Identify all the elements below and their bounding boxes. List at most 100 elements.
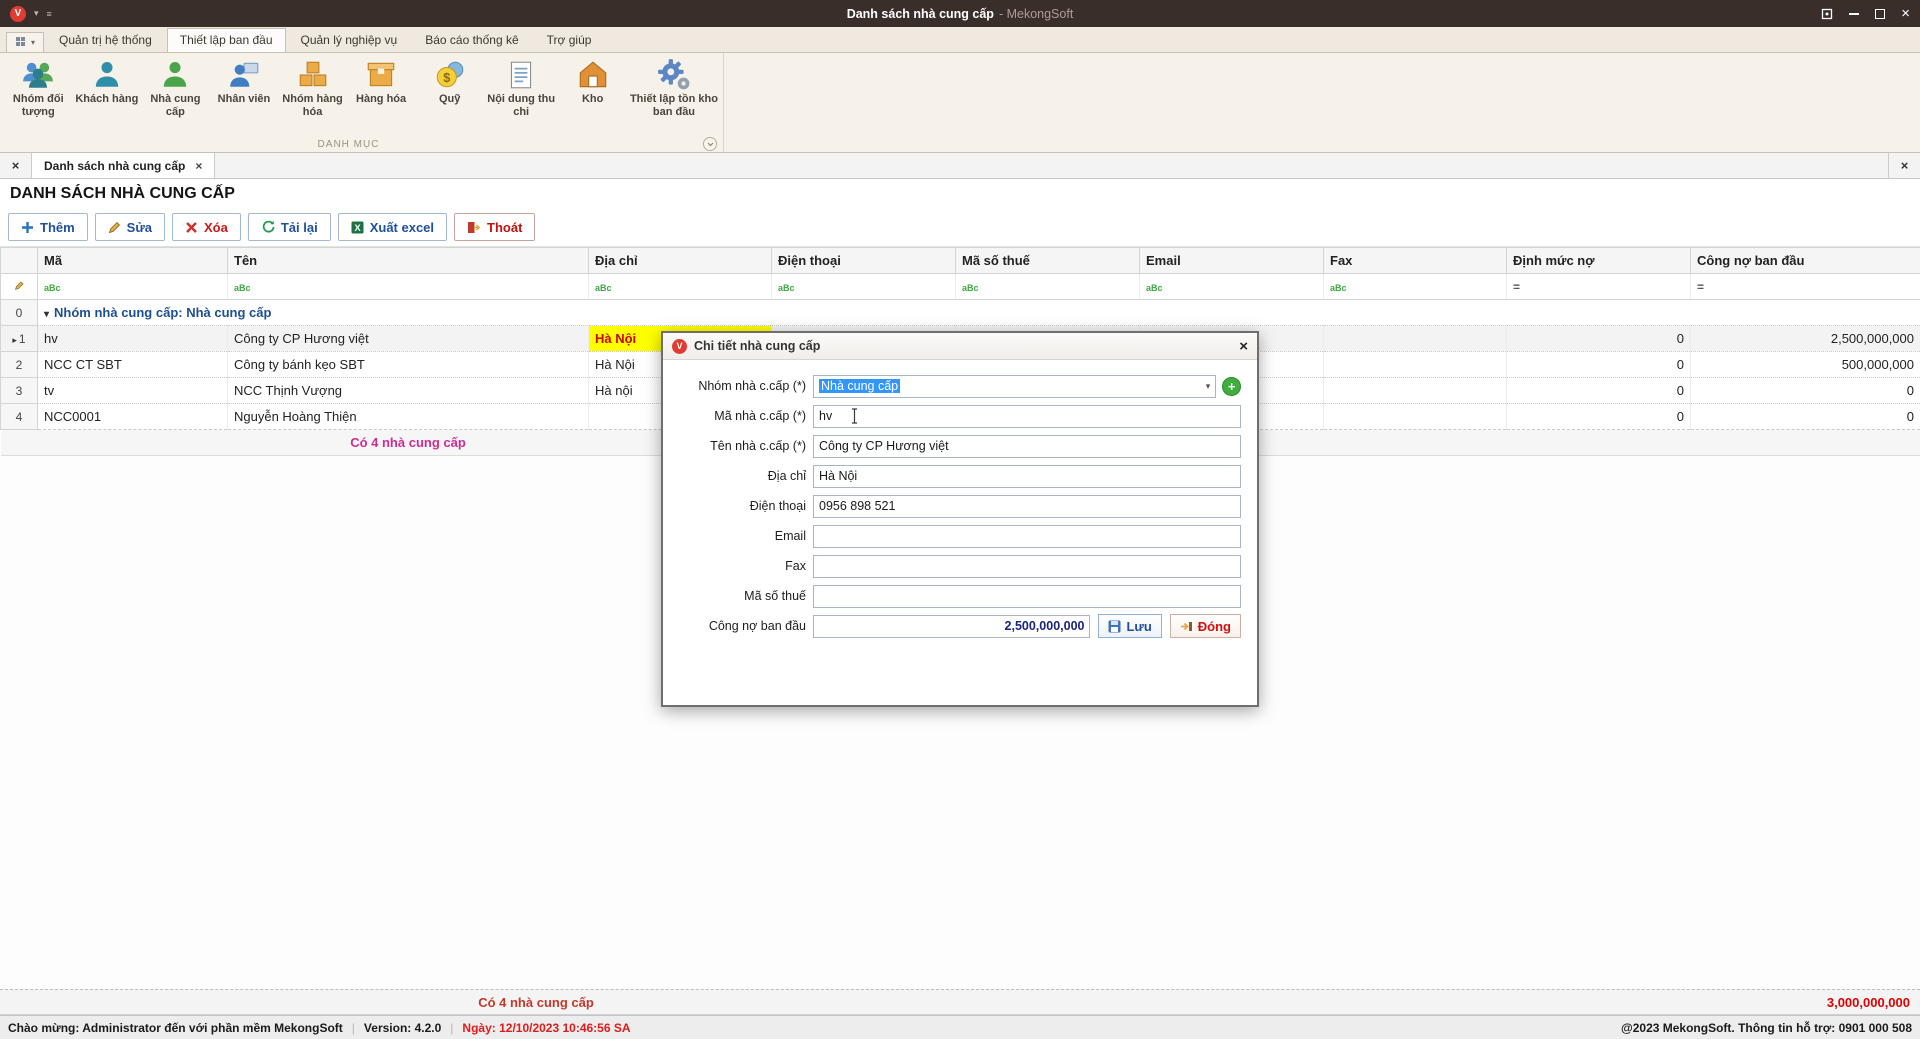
column-header-dien-thoai[interactable]: Điện thoại [772, 248, 956, 274]
export-excel-button[interactable]: X Xuất excel [338, 213, 447, 241]
reload-button[interactable]: Tải lại [248, 213, 331, 241]
cell-ten[interactable]: Công ty bánh kẹo SBT [228, 352, 589, 378]
grid-filter-row: aBc aBc aBc aBc aBc aBc aBc = = [1, 274, 1920, 300]
dialog-titlebar[interactable]: V Chi tiết nhà cung cấp × [663, 333, 1257, 360]
ribbon-item-thiet-lap-ton-kho[interactable]: Thiết lập tồn kho ban đầu [627, 56, 721, 119]
ribbon-tab-initial-setup[interactable]: Thiết lập ban đầu [167, 28, 286, 52]
supplier-group-combobox[interactable]: Nhà cung cấp ▾ [813, 375, 1216, 398]
ribbon-item-hang-hoa[interactable]: Hàng hóa [347, 56, 416, 106]
filter-cell-dia-chi[interactable]: aBc [589, 274, 772, 300]
save-button[interactable]: Lưu [1098, 614, 1161, 638]
collapse-arrow-icon[interactable]: ▾ [44, 309, 49, 320]
filter-cell-dien-thoai[interactable]: aBc [772, 274, 956, 300]
quick-access-customize-icon[interactable]: ≡ [47, 9, 52, 19]
maximize-button[interactable] [1875, 9, 1885, 19]
delete-button[interactable]: Xóa [172, 213, 241, 241]
document-tab-supplier-list[interactable]: Danh sách nhà cung cấp × [32, 153, 215, 178]
ribbon-tab-operations[interactable]: Quản lý nghiệp vụ [288, 28, 411, 52]
cell-fax[interactable] [1324, 378, 1507, 404]
cell-cong-no[interactable]: 500,000,000 [1691, 352, 1920, 378]
phone-input[interactable] [813, 495, 1241, 518]
filter-edit-cell[interactable] [1, 274, 38, 300]
cell-dinh-muc-no[interactable]: 0 [1507, 326, 1691, 352]
cell-ma[interactable]: hv [38, 326, 228, 352]
filter-cell-email[interactable]: aBc [1140, 274, 1324, 300]
cell-fax[interactable] [1324, 404, 1507, 430]
column-header-ten[interactable]: Tên [228, 248, 589, 274]
abc-filter-icon: aBc [962, 283, 979, 293]
add-group-button[interactable]: + [1222, 377, 1241, 396]
tab-close-icon[interactable]: × [195, 159, 202, 173]
opening-balance-input[interactable] [813, 615, 1090, 638]
filter-cell-ma-so-thue[interactable]: aBc [956, 274, 1140, 300]
cell-ten[interactable]: NCC Thịnh Vượng [228, 378, 589, 404]
cell-ma[interactable]: tv [38, 378, 228, 404]
column-header-fax[interactable]: Fax [1324, 248, 1507, 274]
cell-cong-no[interactable]: 0 [1691, 378, 1920, 404]
ribbon-item-nhom-doi-tuong[interactable]: Nhóm đối tượng [4, 56, 73, 119]
ribbon-item-khach-hang[interactable]: Khách hàng [73, 56, 142, 106]
filter-cell-ten[interactable]: aBc [228, 274, 589, 300]
cell-ma[interactable]: NCC0001 [38, 404, 228, 430]
filter-cell-fax[interactable]: aBc [1324, 274, 1507, 300]
cell-cong-no[interactable]: 0 [1691, 404, 1920, 430]
cell-dinh-muc-no[interactable]: 0 [1507, 404, 1691, 430]
filter-cell-ma[interactable]: aBc [38, 274, 228, 300]
close-dialog-button[interactable]: Đóng [1170, 614, 1241, 638]
address-input[interactable] [813, 465, 1241, 488]
cell-ma[interactable]: NCC CT SBT [38, 352, 228, 378]
ribbon-item-quy[interactable]: $ Quỹ [415, 56, 484, 106]
column-header-email[interactable]: Email [1140, 248, 1324, 274]
row-indicator-header [1, 248, 38, 274]
column-header-ma-so-thue[interactable]: Mã số thuế [956, 248, 1140, 274]
cell-cong-no[interactable]: 2,500,000,000 [1691, 326, 1920, 352]
ribbon-tab-reports[interactable]: Báo cáo thống kê [412, 28, 531, 52]
ribbon-group-launcher-icon[interactable] [703, 137, 717, 151]
column-header-ma[interactable]: Mã [38, 248, 228, 274]
tax-code-input[interactable] [813, 585, 1241, 608]
product-icon [364, 58, 398, 92]
exit-button[interactable]: Thoát [454, 213, 535, 241]
delete-x-icon [185, 221, 198, 234]
supplier-name-input[interactable] [813, 435, 1241, 458]
filter-cell-cong-no[interactable]: = [1691, 274, 1920, 300]
minimize-button[interactable] [1849, 13, 1859, 15]
cell-fax[interactable] [1324, 352, 1507, 378]
cell-dinh-muc-no[interactable]: 0 [1507, 352, 1691, 378]
display-settings-icon[interactable] [1821, 8, 1833, 20]
chevron-down-icon[interactable]: ▾ [34, 8, 39, 19]
ribbon-start-tab[interactable]: ▾ [6, 32, 44, 52]
add-button[interactable]: Thêm [8, 213, 88, 241]
group-row[interactable]: 0 ▾Nhóm nhà cung cấp: Nhà cung cấp [1, 300, 1920, 326]
ribbon-tab-help[interactable]: Trợ giúp [534, 28, 605, 52]
email-input[interactable] [813, 525, 1241, 548]
address-field-label: Địa chỉ [663, 469, 813, 483]
column-header-dia-chi[interactable]: Địa chỉ [589, 248, 772, 274]
edit-button[interactable]: Sửa [95, 213, 165, 241]
column-header-cong-no-ban-dau[interactable]: Công nợ ban đầu [1691, 248, 1920, 274]
text-cursor-pointer [851, 408, 858, 424]
app-logo-icon[interactable]: V [10, 6, 26, 22]
close-button[interactable]: × [1901, 6, 1910, 21]
cell-fax[interactable] [1324, 326, 1507, 352]
ribbon-item-kho[interactable]: Kho [558, 56, 627, 106]
column-header-dinh-muc-no[interactable]: Định mức nợ [1507, 248, 1691, 274]
ribbon-item-nha-cung-cap[interactable]: Nhà cung cấp [141, 56, 210, 119]
svg-text:X: X [354, 222, 361, 233]
ribbon-item-nhom-hang-hoa[interactable]: Nhóm hàng hóa [278, 56, 347, 119]
ribbon-item-noi-dung-thu-chi[interactable]: Nội dung thu chi [484, 56, 558, 119]
tabstrip-close-button[interactable]: × [1888, 153, 1920, 178]
ribbon-item-nhan-vien[interactable]: Nhân viên [210, 56, 279, 106]
ribbon-tab-bar: ▾ Quản trị hệ thống Thiết lập ban đầu Qu… [0, 27, 1920, 53]
cell-ten[interactable]: Công ty CP Hương việt [228, 326, 589, 352]
filter-cell-dinh-muc-no[interactable]: = [1507, 274, 1691, 300]
cell-dinh-muc-no[interactable]: 0 [1507, 378, 1691, 404]
close-all-tabs-button[interactable]: × [0, 153, 32, 178]
supplier-code-input[interactable] [813, 405, 1241, 428]
tax-field-label: Mã số thuế [663, 589, 813, 603]
cell-ten[interactable]: Nguyễn Hoàng Thiện [228, 404, 589, 430]
ribbon-tab-system[interactable]: Quản trị hệ thống [46, 28, 165, 52]
fax-input[interactable] [813, 555, 1241, 578]
combobox-caret-icon[interactable]: ▾ [1206, 381, 1211, 392]
dialog-close-button[interactable]: × [1239, 338, 1248, 355]
